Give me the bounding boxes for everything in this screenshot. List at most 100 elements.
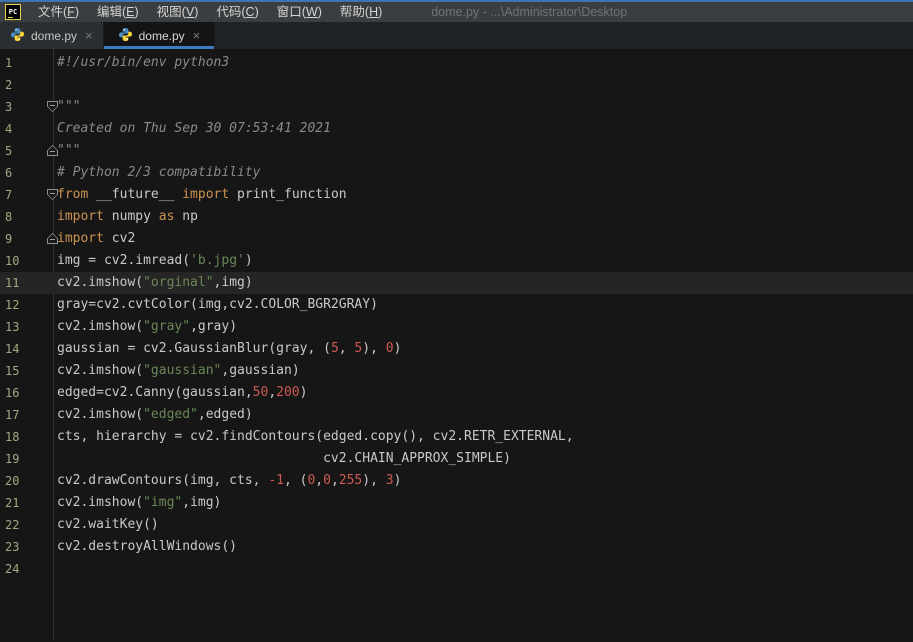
menu-label-pre: 窗口( (277, 5, 306, 19)
code-line-text[interactable]: Created on Thu Sep 30 07:53:41 2021 (54, 118, 331, 140)
code-line-text[interactable]: gray=cv2.cvtColor(img,cv2.COLOR_BGR2GRAY… (54, 294, 378, 316)
menu-item-window[interactable]: 窗口(W) (268, 2, 331, 22)
code-line-text[interactable]: cv2.destroyAllWindows() (54, 536, 237, 558)
code-token-str: "orginal" (143, 275, 213, 290)
code-line-text[interactable] (54, 558, 57, 580)
code-line[interactable]: 3""" (0, 96, 913, 118)
code-line[interactable]: 13cv2.imshow("gray",gray) (0, 316, 913, 338)
code-line-text[interactable]: img = cv2.imread('b.jpg') (54, 250, 253, 272)
code-line-text[interactable]: import numpy as np (54, 206, 198, 228)
code-line-text[interactable] (54, 74, 57, 96)
pycharm-logo-text: PC (9, 8, 17, 16)
line-number[interactable]: 10 (0, 250, 54, 272)
code-line-text[interactable]: edged=cv2.Canny(gaussian,50,200) (54, 382, 307, 404)
code-line[interactable]: 18cts, hierarchy = cv2.findContours(edge… (0, 426, 913, 448)
code-line[interactable]: 8import numpy as np (0, 206, 913, 228)
code-line[interactable]: 16edged=cv2.Canny(gaussian,50,200) (0, 382, 913, 404)
code-line-text[interactable]: gaussian = cv2.GaussianBlur(gray, (5, 5)… (54, 338, 401, 360)
line-number[interactable]: 16 (0, 382, 54, 404)
code-line-text[interactable]: cv2.waitKey() (54, 514, 159, 536)
line-number[interactable]: 21 (0, 492, 54, 514)
code-line[interactable]: 20cv2.drawContours(img, cts, -1, (0,0,25… (0, 470, 913, 492)
code-line-text[interactable]: cv2.CHAIN_APPROX_SIMPLE) (54, 448, 511, 470)
menu-item-file[interactable]: 文件(F) (29, 2, 88, 22)
code-token-pl: np (174, 209, 197, 224)
code-token-pl: numpy (104, 209, 159, 224)
line-number[interactable]: 3 (0, 96, 54, 118)
code-token-pl: __future__ (88, 187, 182, 202)
line-number[interactable]: 9 (0, 228, 54, 250)
code-line[interactable]: 14gaussian = cv2.GaussianBlur(gray, (5, … (0, 338, 913, 360)
code-line[interactable]: 19 cv2.CHAIN_APPROX_SIMPLE) (0, 448, 913, 470)
code-line[interactable]: 15cv2.imshow("gaussian",gaussian) (0, 360, 913, 382)
code-line[interactable]: 6# Python 2/3 compatibility (0, 162, 913, 184)
titlebar: PC 文件(F)编辑(E)视图(V)代码(C)窗口(W)帮助(H) dome.p… (0, 0, 913, 22)
code-line-text[interactable]: # Python 2/3 compatibility (54, 162, 261, 184)
menu-item-code[interactable]: 代码(C) (207, 2, 267, 22)
fold-toggle-icon[interactable] (47, 101, 58, 112)
line-number[interactable]: 12 (0, 294, 54, 316)
close-icon[interactable]: × (85, 28, 93, 43)
line-number[interactable]: 15 (0, 360, 54, 382)
code-line[interactable]: 4Created on Thu Sep 30 07:53:41 2021 (0, 118, 913, 140)
line-number[interactable]: 18 (0, 426, 54, 448)
line-number[interactable]: 22 (0, 514, 54, 536)
code-line[interactable]: 21cv2.imshow("img",img) (0, 492, 913, 514)
code-line[interactable]: 22cv2.waitKey() (0, 514, 913, 536)
code-line-text[interactable]: cts, hierarchy = cv2.findContours(edged.… (54, 426, 574, 448)
line-number[interactable]: 1 (0, 52, 54, 74)
menu-item-edit[interactable]: 编辑(E) (88, 2, 148, 22)
code-token-pl: cv2.imshow( (57, 495, 143, 510)
code-line[interactable]: 11cv2.imshow("orginal",img) (0, 272, 913, 294)
fold-toggle-icon[interactable] (47, 189, 58, 200)
line-number[interactable]: 6 (0, 162, 54, 184)
code-line[interactable]: 24 (0, 558, 913, 580)
code-line-text[interactable]: cv2.imshow("gaussian",gaussian) (54, 360, 300, 382)
line-number[interactable]: 8 (0, 206, 54, 228)
code-line[interactable]: 23cv2.destroyAllWindows() (0, 536, 913, 558)
code-line[interactable]: 12gray=cv2.cvtColor(img,cv2.COLOR_BGR2GR… (0, 294, 913, 316)
code-token-pl: ), (362, 341, 385, 356)
line-number[interactable]: 17 (0, 404, 54, 426)
code-line-text[interactable]: cv2.imshow("orginal",img) (54, 272, 253, 294)
line-number[interactable]: 24 (0, 558, 54, 580)
fold-toggle-icon[interactable] (47, 145, 58, 156)
tab-dome-py[interactable]: dome.py× (104, 22, 216, 49)
code-line-text[interactable]: cv2.drawContours(img, cts, -1, (0,0,255)… (54, 470, 401, 492)
code-line-text[interactable]: cv2.imshow("edged",edged) (54, 404, 253, 426)
code-line-text[interactable]: #!/usr/bin/env python3 (54, 52, 229, 74)
menu-item-view[interactable]: 视图(V) (148, 2, 208, 22)
python-file-icon (10, 27, 25, 45)
code-line-text[interactable]: import cv2 (54, 228, 135, 250)
code-line-text[interactable]: cv2.imshow("gray",gray) (54, 316, 237, 338)
code-token-pl: ) (300, 385, 308, 400)
line-number[interactable]: 2 (0, 74, 54, 96)
code-line-text[interactable]: cv2.imshow("img",img) (54, 492, 221, 514)
code-line[interactable]: 10img = cv2.imread('b.jpg') (0, 250, 913, 272)
code-token-pl: , (331, 473, 339, 488)
tab-dome-py[interactable]: dome.py× (0, 22, 104, 49)
line-number[interactable]: 23 (0, 536, 54, 558)
code-token-pl: img = cv2.imread( (57, 253, 190, 268)
line-number[interactable]: 20 (0, 470, 54, 492)
line-number[interactable]: 4 (0, 118, 54, 140)
code-editor[interactable]: 1#!/usr/bin/env python323"""4Created on … (0, 49, 913, 640)
close-icon[interactable]: × (193, 28, 201, 43)
line-number[interactable]: 13 (0, 316, 54, 338)
code-line[interactable]: 5""" (0, 140, 913, 162)
line-number[interactable]: 14 (0, 338, 54, 360)
line-number[interactable]: 19 (0, 448, 54, 470)
code-line[interactable]: 17cv2.imshow("edged",edged) (0, 404, 913, 426)
code-line-text[interactable]: from __future__ import print_function (54, 184, 347, 206)
code-line[interactable]: 2 (0, 74, 913, 96)
menu-item-help[interactable]: 帮助(H) (331, 2, 391, 22)
line-number[interactable]: 5 (0, 140, 54, 162)
code-line[interactable]: 1#!/usr/bin/env python3 (0, 52, 913, 74)
menu-mnemonic: C (246, 5, 255, 19)
line-number[interactable]: 7 (0, 184, 54, 206)
menu-label-suf: ) (194, 5, 198, 19)
line-number[interactable]: 11 (0, 272, 54, 294)
code-line[interactable]: 7from __future__ import print_function (0, 184, 913, 206)
code-line[interactable]: 9import cv2 (0, 228, 913, 250)
fold-toggle-icon[interactable] (47, 233, 58, 244)
